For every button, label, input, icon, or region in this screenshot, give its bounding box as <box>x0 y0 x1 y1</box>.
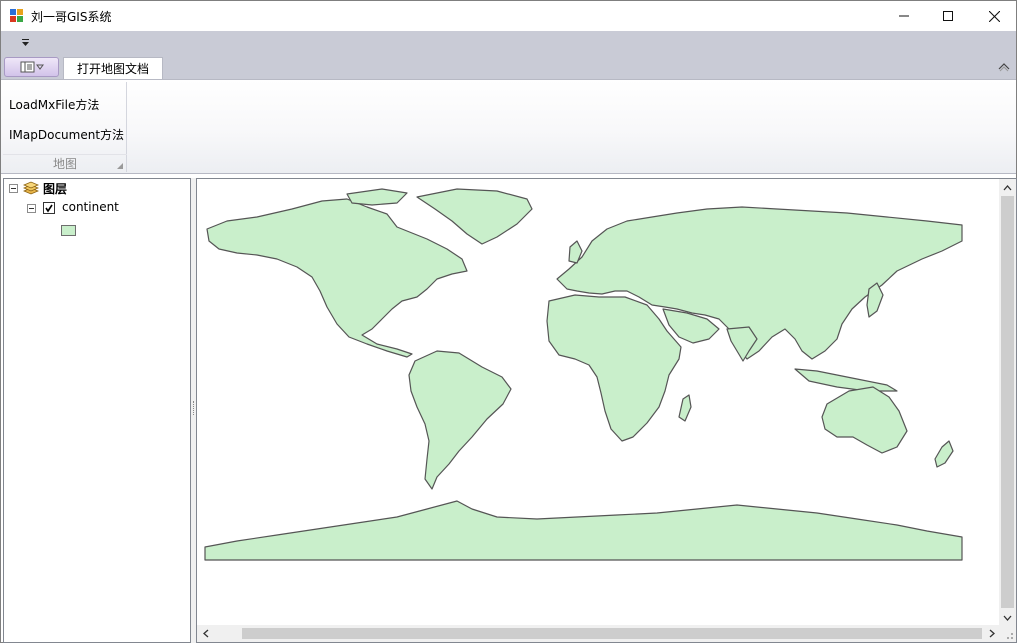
maximize-button[interactable] <box>925 1 971 31</box>
close-button[interactable] <box>971 1 1017 31</box>
arctic-islands-shape <box>346 188 408 206</box>
ribbon-panel: LoadMxFile方法 IMapDocument方法 地图 <box>1 79 1016 174</box>
scroll-up-button[interactable] <box>999 179 1016 196</box>
table-of-contents: 图层 continent <box>3 178 191 643</box>
scroll-left-button[interactable] <box>197 625 214 642</box>
collapse-ribbon-icon[interactable] <box>998 62 1010 72</box>
window-title: 刘一哥GIS系统 <box>31 10 112 24</box>
splitter-grip <box>193 401 194 415</box>
app-icon[interactable] <box>10 9 24 23</box>
horizontal-scrollbar[interactable] <box>197 625 1000 642</box>
scroll-down-button[interactable] <box>999 609 1016 626</box>
imapdocument-button[interactable]: IMapDocument方法 <box>9 126 124 143</box>
ribbon-tab-strip: 打开地图文档 <box>1 55 1016 81</box>
new-zealand-shape <box>934 440 954 468</box>
application-menu-button[interactable] <box>4 57 59 77</box>
africa-shape <box>546 294 682 442</box>
checkmark-icon <box>45 204 53 213</box>
minimize-button[interactable] <box>881 1 927 31</box>
map-control[interactable] <box>196 178 1017 643</box>
japan-shape <box>866 282 884 318</box>
chevron-right-icon <box>989 629 995 638</box>
layers-icon <box>23 181 39 195</box>
toc-root-label[interactable]: 图层 <box>43 180 67 198</box>
app-window: 刘一哥GIS系统 打开地图文档 LoadMxFile方法 IMapDocumen… <box>0 0 1017 643</box>
customize-dropdown-icon[interactable] <box>21 39 31 47</box>
app-menu-icon <box>20 61 44 73</box>
load-mxfile-button[interactable]: LoadMxFile方法 <box>9 96 99 113</box>
collapse-toggle-layers[interactable] <box>9 184 18 193</box>
minimize-icon <box>899 15 909 17</box>
ribbon-group-caption: 地图 <box>3 154 127 172</box>
australia-shape <box>821 386 908 454</box>
size-grip[interactable] <box>999 625 1016 642</box>
vertical-scroll-thumb[interactable] <box>1001 196 1014 608</box>
indonesia-shape <box>794 368 898 392</box>
greenland-shape <box>416 188 533 245</box>
antarctica-shape <box>204 500 963 561</box>
madagascar-shape <box>678 394 692 422</box>
maximize-icon <box>943 11 953 21</box>
quick-access-toolbar <box>1 31 1016 55</box>
layer-visibility-checkbox[interactable] <box>43 202 55 214</box>
chevron-up-icon <box>1003 184 1012 190</box>
north-america-shape <box>206 198 468 358</box>
close-icon <box>988 10 1000 22</box>
layer-name-continent[interactable]: continent <box>62 200 119 218</box>
title-bar: 刘一哥GIS系统 <box>1 1 1016 31</box>
tab-open-map-document[interactable]: 打开地图文档 <box>63 57 163 81</box>
chevron-left-icon <box>202 629 208 638</box>
dialog-launcher-icon[interactable] <box>117 163 123 169</box>
resize-grip-icon <box>1007 633 1013 639</box>
chevron-down-icon <box>1003 615 1012 621</box>
scroll-right-button[interactable] <box>983 625 1000 642</box>
layer-symbol-swatch <box>61 225 76 236</box>
world-map[interactable] <box>197 179 1000 626</box>
south-america-shape <box>408 350 512 490</box>
horizontal-scroll-thumb[interactable] <box>242 628 982 639</box>
ribbon-group-map: LoadMxFile方法 IMapDocument方法 地图 <box>3 82 127 172</box>
vertical-scrollbar[interactable] <box>999 179 1016 626</box>
collapse-toggle-continent[interactable] <box>27 204 36 213</box>
